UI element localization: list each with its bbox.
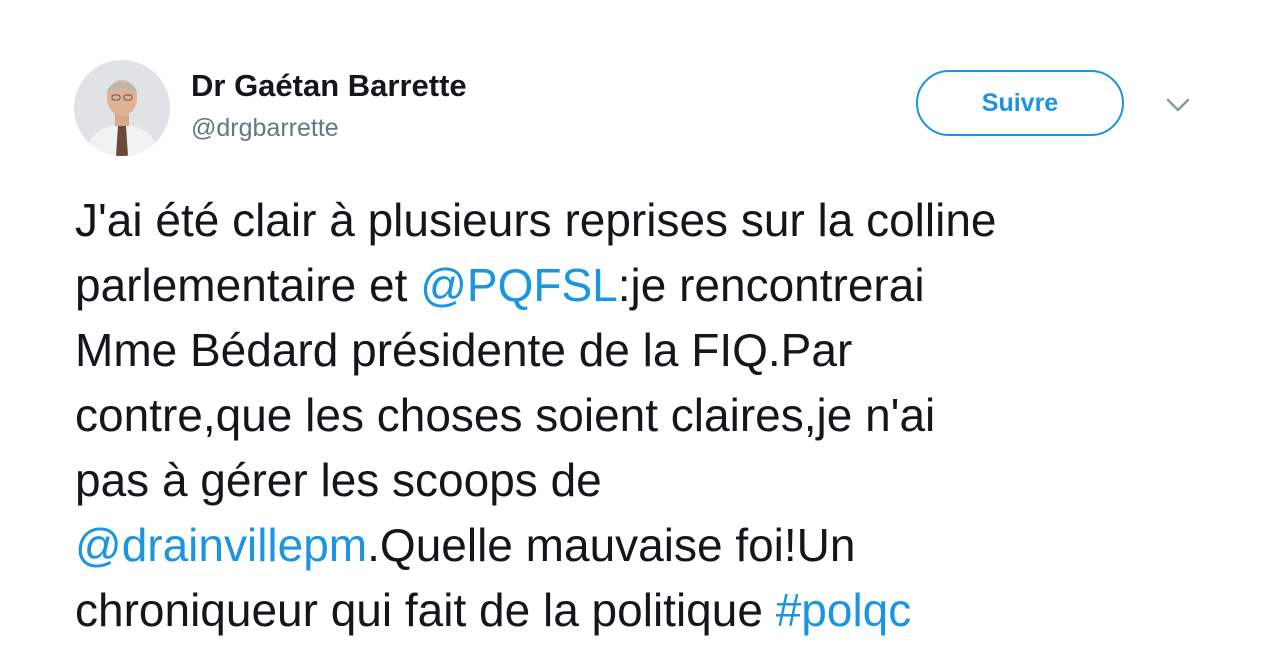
tweet-text-segment: parlementaire et	[75, 259, 421, 311]
tweet-card: Dr Gaétan Barrette @drgbarrette Suivre J…	[0, 0, 1270, 646]
hashtag-link[interactable]: #polqc	[776, 584, 912, 636]
tweet-text-line: @drainvillepm.Quelle mauvaise foi!Un	[75, 513, 1215, 578]
tweet-text-segment: contre,que les choses soient claires,je …	[75, 389, 936, 441]
tweet-text-segment: pas à gérer les scoops de	[75, 454, 602, 506]
tweet-text-segment: J'ai été clair à plusieurs reprises sur …	[75, 194, 997, 246]
tweet-text-line: J'ai été clair à plusieurs reprises sur …	[75, 188, 1215, 253]
tweet-text-line: pas à gérer les scoops de	[75, 448, 1215, 513]
tweet-text-segment: :je rencontrerai	[617, 259, 925, 311]
tweet-text-line: contre,que les choses soient claires,je …	[75, 383, 1215, 448]
tweet-text-segment: chroniqueur qui fait de la politique	[75, 584, 776, 636]
tweet-text: J'ai été clair à plusieurs reprises sur …	[75, 188, 1215, 643]
follow-button[interactable]: Suivre	[916, 70, 1124, 136]
tweet-text-segment: .Quelle mauvaise foi!Un	[367, 519, 856, 571]
tweet-text-line: chroniqueur qui fait de la politique #po…	[75, 578, 1215, 643]
profile-photo-icon	[74, 60, 170, 156]
author-display-name[interactable]: Dr Gaétan Barrette	[191, 68, 467, 104]
chevron-down-icon[interactable]	[1164, 94, 1192, 116]
mention-link[interactable]: @drainvillepm	[75, 519, 367, 571]
tweet-text-line: Mme Bédard présidente de la FIQ.Par	[75, 318, 1215, 383]
avatar[interactable]	[74, 60, 170, 156]
author-handle[interactable]: @drgbarrette	[191, 114, 339, 143]
tweet-text-line: parlementaire et @PQFSL:je rencontrerai	[75, 253, 1215, 318]
tweet-text-segment: Mme Bédard présidente de la FIQ.Par	[75, 324, 853, 376]
mention-link[interactable]: @PQFSL	[420, 259, 618, 311]
